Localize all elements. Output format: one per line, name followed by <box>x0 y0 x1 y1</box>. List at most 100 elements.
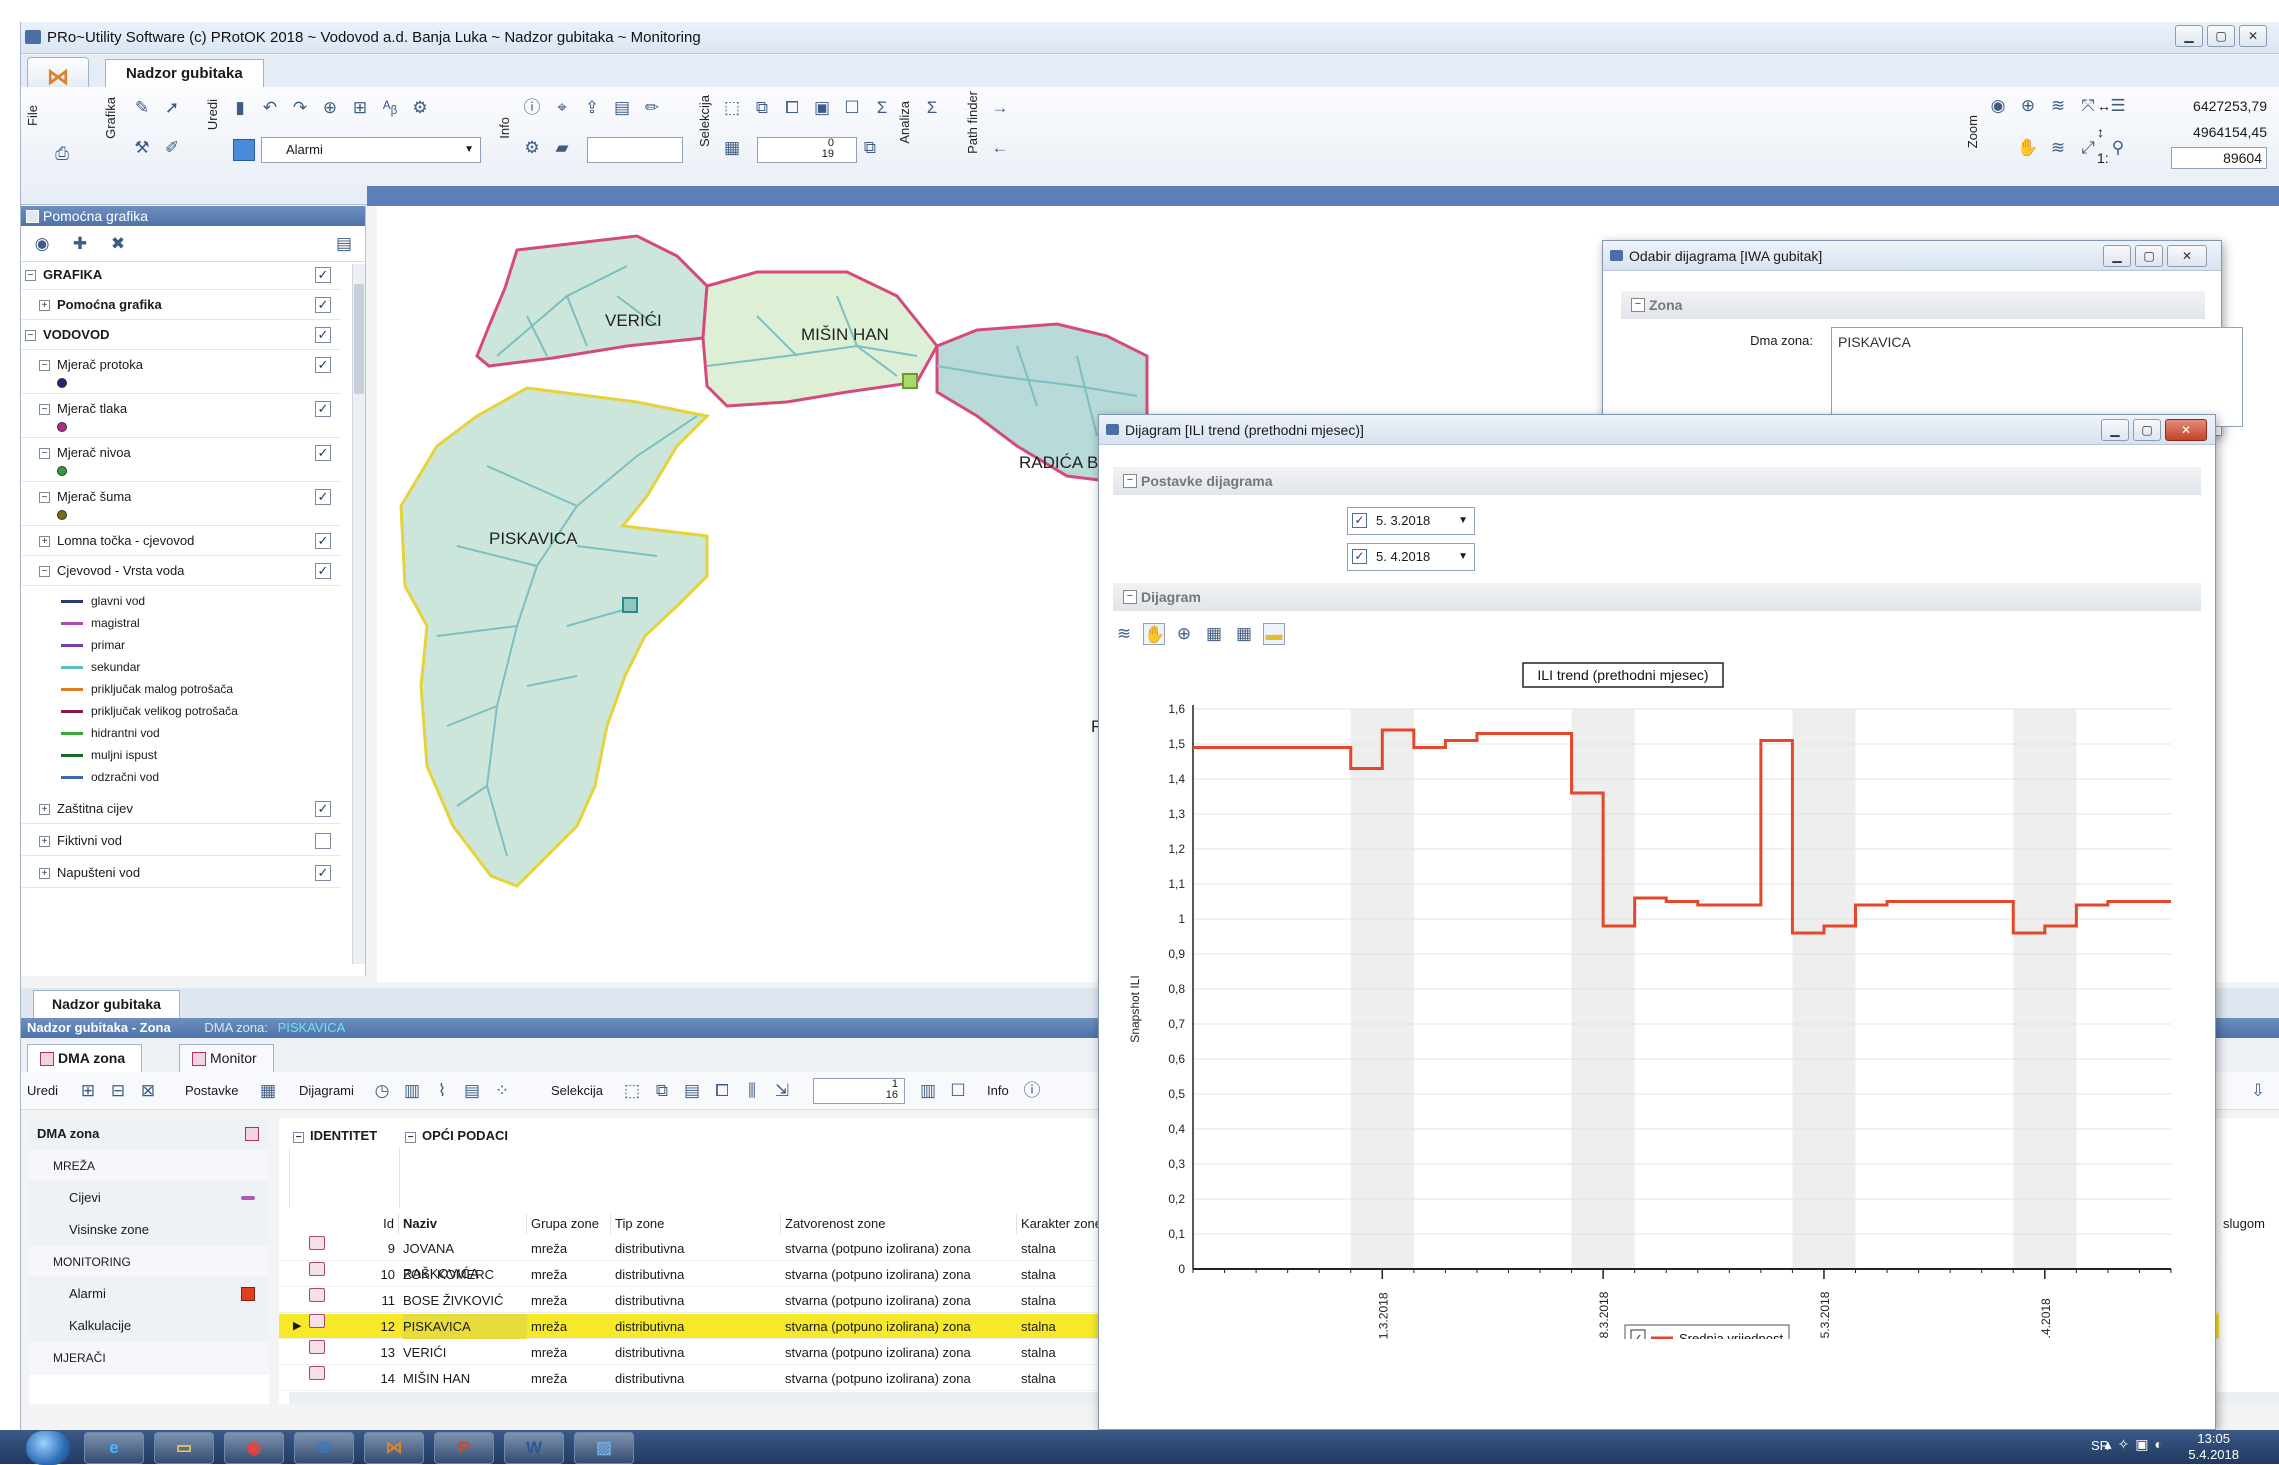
ili-trend-chart[interactable]: 00,10,20,30,40,50,60,70,80,911,11,21,31,… <box>1113 659 2201 1339</box>
ribbon-group-file[interactable]: File <box>25 105 40 126</box>
export-grid-icon[interactable]: ⇩ <box>2247 1080 2269 1102</box>
maximize-button[interactable]: ▢ <box>2207 25 2235 47</box>
date-to-picker[interactable]: ✓ 5. 4.2018 ▼ <box>1347 543 1475 571</box>
dma-side-item[interactable]: Alarmi <box>29 1278 269 1310</box>
expand-toggle-icon[interactable]: + <box>39 536 50 547</box>
taskbar-protok-icon[interactable]: ⋈ <box>364 1432 424 1464</box>
chart-bar-icon[interactable]: ▥ <box>401 1080 423 1102</box>
layer-checkbox[interactable] <box>315 833 331 849</box>
zoom-in-icon[interactable]: ⊕ <box>2017 95 2039 117</box>
date-to-checkbox[interactable]: ✓ <box>1352 549 1367 564</box>
dma-zona-field[interactable]: PISKAVICA <box>1831 327 2243 427</box>
layers-icon[interactable]: ≋ <box>1113 623 1135 645</box>
text-icon[interactable]: ᴬᵦ <box>379 97 401 119</box>
draw-tools-icon[interactable]: ⚒ <box>131 137 153 159</box>
expand-toggle-icon[interactable]: + <box>39 836 50 847</box>
add-node-icon[interactable]: ⊕ <box>319 97 341 119</box>
taskbar-explorer-icon[interactable]: ▭ <box>154 1432 214 1464</box>
layer-row[interactable]: +Zaštitna cijev✓ <box>21 798 341 824</box>
layer-scrollbar[interactable] <box>352 264 365 964</box>
table-icon[interactable]: ▦ <box>721 137 743 159</box>
chart-clock-icon[interactable]: ◷ <box>371 1080 393 1102</box>
select-export-icon[interactable]: ⇲ <box>771 1080 793 1102</box>
scrollbar-thumb[interactable] <box>354 284 364 394</box>
grid-view-icon[interactable]: ▥ <box>917 1080 939 1102</box>
col-id[interactable]: Id <box>289 1214 399 1234</box>
chart-table-icon[interactable]: ▤ <box>461 1080 483 1102</box>
col-karakter-zone[interactable]: Karakter zone <box>1017 1214 1107 1234</box>
dma-side-item[interactable]: Kalkulacije <box>29 1310 269 1342</box>
pointer-icon[interactable]: ➚ <box>161 97 183 119</box>
expand-toggle-icon[interactable]: + <box>39 868 50 879</box>
select-add-icon[interactable]: ⧉ <box>751 97 773 119</box>
layer-checkbox[interactable]: ✓ <box>315 297 331 313</box>
dijagram-maximize-button[interactable]: ▢ <box>2133 419 2161 441</box>
expand-toggle-icon[interactable]: − <box>25 270 36 281</box>
scale-input[interactable]: 89604 <box>2171 147 2267 169</box>
expand-toggle-icon[interactable]: − <box>39 492 50 503</box>
odabir-maximize-button[interactable]: ▢ <box>2135 245 2163 267</box>
dma-side-group[interactable]: MONITORING <box>29 1246 269 1278</box>
calendar-prev-icon[interactable]: ▦ <box>1203 623 1225 645</box>
add-line-icon[interactable]: ⊞ <box>349 97 371 119</box>
report-icon[interactable]: ▤ <box>611 97 633 119</box>
expand-toggle-icon[interactable]: − <box>39 404 50 415</box>
zone-piskavica[interactable] <box>401 388 707 886</box>
properties-icon[interactable]: ▤ <box>333 233 355 255</box>
layer-row[interactable]: −Cjevovod - Vrsta voda✓ <box>21 560 341 586</box>
chart-scatter-icon[interactable]: ⁘ <box>491 1080 513 1102</box>
layer-checkbox[interactable]: ✓ <box>315 327 331 343</box>
zone-verici[interactable] <box>477 236 707 366</box>
tab-nadzor-gubitaka[interactable]: Nadzor gubitaka <box>105 59 264 89</box>
select-box-icon[interactable]: ☐ <box>841 97 863 119</box>
expand-toggle-icon[interactable]: − <box>39 566 50 577</box>
layers-icon[interactable]: ≋ <box>2047 95 2069 117</box>
info-circle-icon[interactable]: ⓘ <box>1021 1080 1043 1102</box>
layer-row[interactable]: +Pomoćna grafika✓ <box>21 294 341 320</box>
settings-icon[interactable]: ⚙ <box>409 97 431 119</box>
checkbox-icon[interactable]: ☐ <box>947 1080 969 1102</box>
expand-toggle-icon[interactable]: − <box>39 448 50 459</box>
undo-icon[interactable]: ↶ <box>259 97 281 119</box>
layer-row[interactable]: −Mjerač šuma✓ <box>21 486 341 526</box>
meter-marker[interactable] <box>903 374 917 388</box>
dijagram-close-button[interactable]: ✕ <box>2165 419 2207 441</box>
toolbar-info[interactable]: Info <box>987 1072 1009 1110</box>
tools-icon[interactable]: ⚙ <box>521 137 543 159</box>
dma-side-item[interactable]: Visinske zone <box>29 1214 269 1246</box>
brush-icon[interactable]: ✐ <box>161 137 183 159</box>
minimize-button[interactable]: ▁ <box>2175 25 2203 47</box>
chevron-down-icon[interactable]: ▼ <box>1458 544 1468 570</box>
toolbar-uredi[interactable]: Uredi <box>27 1072 58 1110</box>
layer-checkbox[interactable]: ✓ <box>315 489 331 505</box>
zoom-in-icon[interactable]: ⊕ <box>1173 623 1195 645</box>
ruler-icon[interactable]: ▮ <box>229 97 251 119</box>
zoom-fit-icon[interactable]: ⤢ <box>2077 137 2099 159</box>
taskbar-ie-icon[interactable]: e <box>84 1432 144 1464</box>
folder-icon[interactable]: ▰ <box>551 137 573 159</box>
print-icon[interactable]: ⎙ <box>51 143 73 165</box>
eye-icon[interactable]: ◉ <box>31 233 53 255</box>
zoom-extent-icon[interactable]: ◉ <box>1987 95 2009 117</box>
tab-dma-zona[interactable]: DMA zona <box>27 1044 142 1072</box>
layers-2-icon[interactable]: ≋ <box>2047 137 2069 159</box>
color-swatch[interactable] <box>233 139 255 161</box>
remove-layer-icon[interactable]: ✖ <box>107 233 129 255</box>
chart-line-icon[interactable]: ⌇ <box>431 1080 453 1102</box>
group-identitet[interactable]: −IDENTITET <box>293 1128 377 1143</box>
select-copy-icon[interactable]: ⧠ <box>711 1080 733 1102</box>
tab-nadzor-gubitaka-bottom[interactable]: Nadzor gubitaka <box>33 990 180 1018</box>
edit-record-icon[interactable]: ⊟ <box>107 1080 129 1102</box>
date-from-checkbox[interactable]: ✓ <box>1352 513 1367 528</box>
dma-side-item[interactable]: Cijevi <box>29 1182 269 1214</box>
analysis-icon[interactable]: Σ <box>921 97 943 119</box>
toolbar-postavke[interactable]: Postavke <box>185 1072 238 1110</box>
tab-monitor[interactable]: Monitor <box>179 1044 274 1072</box>
layer-row[interactable]: −VODOVOD✓ <box>21 324 341 350</box>
measure-icon[interactable]: ⌖ <box>551 97 573 119</box>
toolbar-dijagrami[interactable]: Dijagrami <box>299 1072 354 1110</box>
arrow-right-icon[interactable]: → <box>989 97 1011 119</box>
copy-icon[interactable]: ⧉ <box>859 137 881 159</box>
dma-side-group[interactable]: MJERAČI <box>29 1342 269 1374</box>
info-input[interactable] <box>587 137 683 163</box>
